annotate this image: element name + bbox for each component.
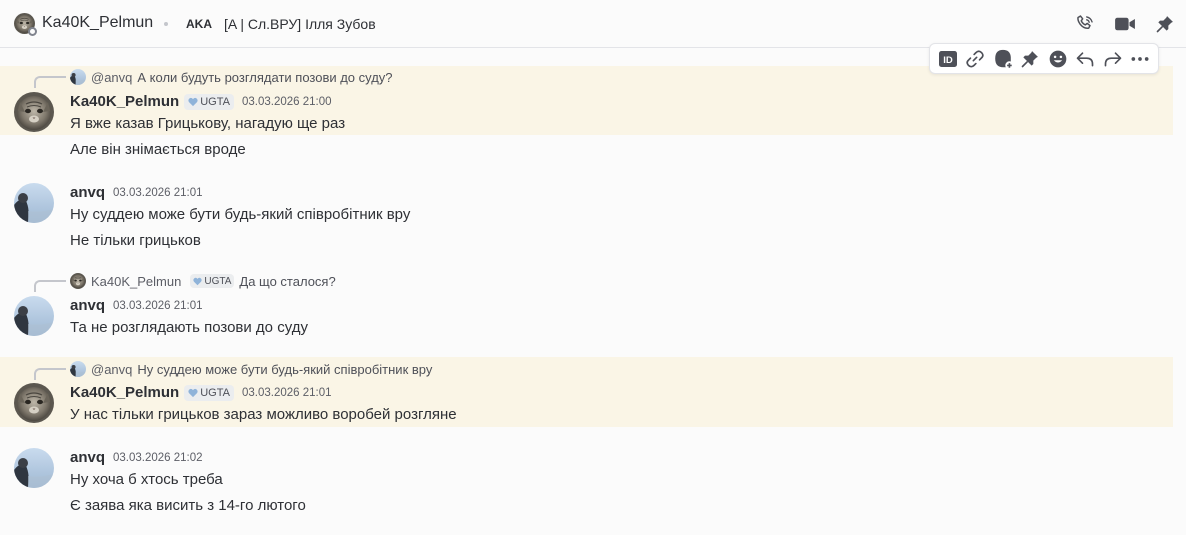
message-actions-toolbar: ID xyxy=(929,43,1159,74)
reply-text: Да що сталося? xyxy=(239,273,336,289)
clan-tag[interactable]: UGTA xyxy=(190,274,235,288)
message-author[interactable]: anvq xyxy=(70,449,105,466)
voice-call-icon[interactable] xyxy=(1074,13,1096,35)
avatar[interactable] xyxy=(14,296,54,336)
pin-icon[interactable] xyxy=(1154,13,1176,35)
channel-header: Ka40K_Pelmun AKA [A | Сл.ВРУ] Ілля Зубов xyxy=(0,0,1186,48)
reply-author[interactable]: Ka40K_Pelmun xyxy=(91,274,181,289)
message-timestamp[interactable]: 03.03.2026 21:00 xyxy=(242,96,332,108)
reply-connector xyxy=(34,368,66,380)
message-text: Є заява яка висить з 14-го лютого xyxy=(70,497,306,514)
custom-status: [A | Сл.ВРУ] Ілля Зубов xyxy=(224,16,376,32)
reply-connector xyxy=(34,280,66,292)
add-reaction-icon[interactable] xyxy=(992,48,1014,70)
status-indicator xyxy=(28,27,37,36)
reply-icon[interactable] xyxy=(1074,48,1096,70)
message-text: Не тільки грицьков xyxy=(70,232,201,249)
message-header: anvq 03.03.2026 21:02 xyxy=(70,449,203,466)
clan-heart-icon xyxy=(188,388,198,397)
message-header: anvq 03.03.2026 21:01 xyxy=(70,184,203,201)
message-text: У нас тільки грицьков зараз можливо воро… xyxy=(70,406,457,423)
clan-heart-icon xyxy=(188,97,198,106)
header-tag: AKA xyxy=(186,17,212,31)
reply-avatar xyxy=(70,273,86,289)
reply-preview[interactable]: @anvq А коли будуть розглядати позови до… xyxy=(70,69,393,85)
reply-text: А коли будуть розглядати позови до суду? xyxy=(137,69,393,85)
message-author[interactable]: anvq xyxy=(70,184,105,201)
clan-tag[interactable]: UGTA xyxy=(184,93,234,110)
forward-icon[interactable] xyxy=(1102,48,1124,70)
reply-author[interactable]: @anvq xyxy=(91,362,132,377)
message-header: anvq 03.03.2026 21:01 xyxy=(70,297,203,314)
clan-label: UGTA xyxy=(204,275,232,287)
clan-label: UGTA xyxy=(200,386,230,399)
message-header: Ka40K_Pelmun UGTA 03.03.2026 21:01 xyxy=(70,384,332,401)
video-call-icon[interactable] xyxy=(1114,13,1136,35)
clan-label: UGTA xyxy=(200,95,230,108)
message-timestamp[interactable]: 03.03.2026 21:01 xyxy=(242,387,332,399)
message-text: Та не розглядають позови до суду xyxy=(70,319,308,336)
svg-text:ID: ID xyxy=(943,55,953,66)
message-author[interactable]: Ka40K_Pelmun xyxy=(70,93,179,110)
message-timestamp[interactable]: 03.03.2026 21:02 xyxy=(113,452,203,464)
avatar[interactable] xyxy=(14,183,54,223)
message-text: Ну суддею може бути будь-який співробітн… xyxy=(70,206,411,223)
clan-tag[interactable]: UGTA xyxy=(184,384,234,401)
header-separator xyxy=(164,22,168,26)
reply-preview[interactable]: Ka40K_Pelmun UGTA Да що сталося? xyxy=(70,273,336,289)
channel-title[interactable]: Ka40K_Pelmun xyxy=(42,14,153,32)
message-author[interactable]: anvq xyxy=(70,297,105,314)
reply-avatar xyxy=(70,361,86,377)
reply-avatar xyxy=(70,69,86,85)
message-author[interactable]: Ka40K_Pelmun xyxy=(70,384,179,401)
message-header: Ka40K_Pelmun UGTA 03.03.2026 21:00 xyxy=(70,93,332,110)
avatar[interactable] xyxy=(14,383,54,423)
emoji-icon[interactable] xyxy=(1047,48,1069,70)
message-timestamp[interactable]: 03.03.2026 21:01 xyxy=(113,300,203,312)
message-text: Я вже казав Грицькову, нагадую ще раз xyxy=(70,115,346,132)
clan-heart-icon xyxy=(193,277,202,285)
copy-link-icon[interactable] xyxy=(964,48,986,70)
message-text: Ну хоча б хтось треба xyxy=(70,471,223,488)
reply-connector xyxy=(34,76,66,88)
avatar[interactable] xyxy=(14,92,54,132)
pin-message-icon[interactable] xyxy=(1019,48,1041,70)
message-text: Але він знімається вроде xyxy=(70,141,246,158)
message-timestamp[interactable]: 03.03.2026 21:01 xyxy=(113,187,203,199)
avatar[interactable] xyxy=(14,448,54,488)
reply-author[interactable]: @anvq xyxy=(91,70,132,85)
more-icon[interactable] xyxy=(1129,48,1151,70)
reply-preview[interactable]: @anvq Ну суддею може бути будь-який спів… xyxy=(70,361,432,377)
copy-id-icon[interactable]: ID xyxy=(937,48,959,70)
reply-text: Ну суддею може бути будь-який співробітн… xyxy=(137,361,433,377)
